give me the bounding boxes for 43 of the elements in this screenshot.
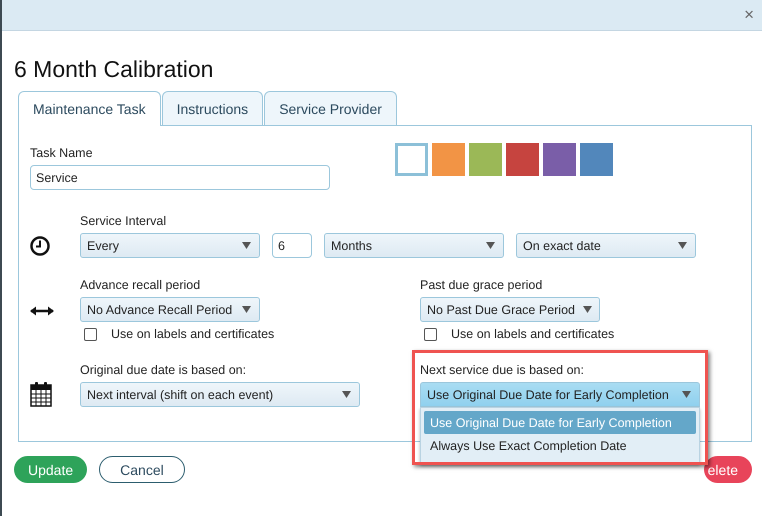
close-button[interactable]: ×	[744, 5, 754, 25]
dropdown[interactable]: Use Original Due Date for Early Completion	[420, 382, 700, 407]
color-swatch[interactable]	[543, 143, 576, 176]
clock-icon	[30, 236, 50, 256]
caret-icon	[583, 306, 592, 313]
cancel-button[interactable]: Cancel	[99, 456, 185, 483]
caret-icon	[682, 391, 691, 398]
caret-icon	[342, 391, 351, 398]
double-arrow-icon	[30, 304, 54, 316]
menu-option[interactable]: Always Use Exact Completion Date	[424, 434, 696, 457]
checkbox[interactable]	[84, 328, 97, 340]
tab[interactable]: Maintenance Task	[18, 91, 161, 126]
dropdown[interactable]: Months	[324, 233, 504, 258]
field-label: Service Interval	[80, 214, 166, 228]
checkbox-label: Use on labels and certificates	[451, 327, 614, 341]
field-label: Next service due is based on:	[420, 363, 584, 377]
color-swatch[interactable]	[469, 143, 502, 176]
dropdown[interactable]: Next interval (shift on each event)	[80, 382, 360, 407]
color-swatch[interactable]	[580, 143, 613, 176]
calendar-icon	[30, 382, 52, 407]
color-swatch[interactable]	[432, 143, 465, 176]
tab[interactable]: Instructions	[162, 91, 264, 125]
tab[interactable]: Service Provider	[264, 91, 397, 125]
field-label: Advance recall period	[80, 278, 200, 292]
color-swatch[interactable]	[395, 143, 428, 176]
input-field[interactable]: Service	[30, 165, 330, 190]
color-swatch[interactable]	[506, 143, 539, 176]
delete-button[interactable]: elete	[704, 456, 752, 483]
field-label: Task Name	[30, 146, 93, 160]
dropdown[interactable]: No Advance Recall Period	[80, 297, 260, 322]
dialog-title: 6 Month Calibration	[14, 55, 214, 83]
caret-icon	[486, 242, 495, 249]
field-label: Original due date is based on:	[80, 363, 246, 377]
caret-icon	[242, 242, 251, 249]
caret-icon	[242, 306, 251, 313]
checkbox-label: Use on labels and certificates	[111, 327, 274, 341]
checkbox[interactable]	[424, 328, 437, 340]
dropdown[interactable]: On exact date	[516, 233, 696, 258]
dropdown[interactable]: Every	[80, 233, 260, 258]
field-label: Past due grace period	[420, 278, 542, 292]
dropdown[interactable]: No Past Due Grace Period	[420, 297, 600, 322]
caret-icon	[678, 242, 687, 249]
input-field[interactable]: 6	[272, 233, 312, 258]
